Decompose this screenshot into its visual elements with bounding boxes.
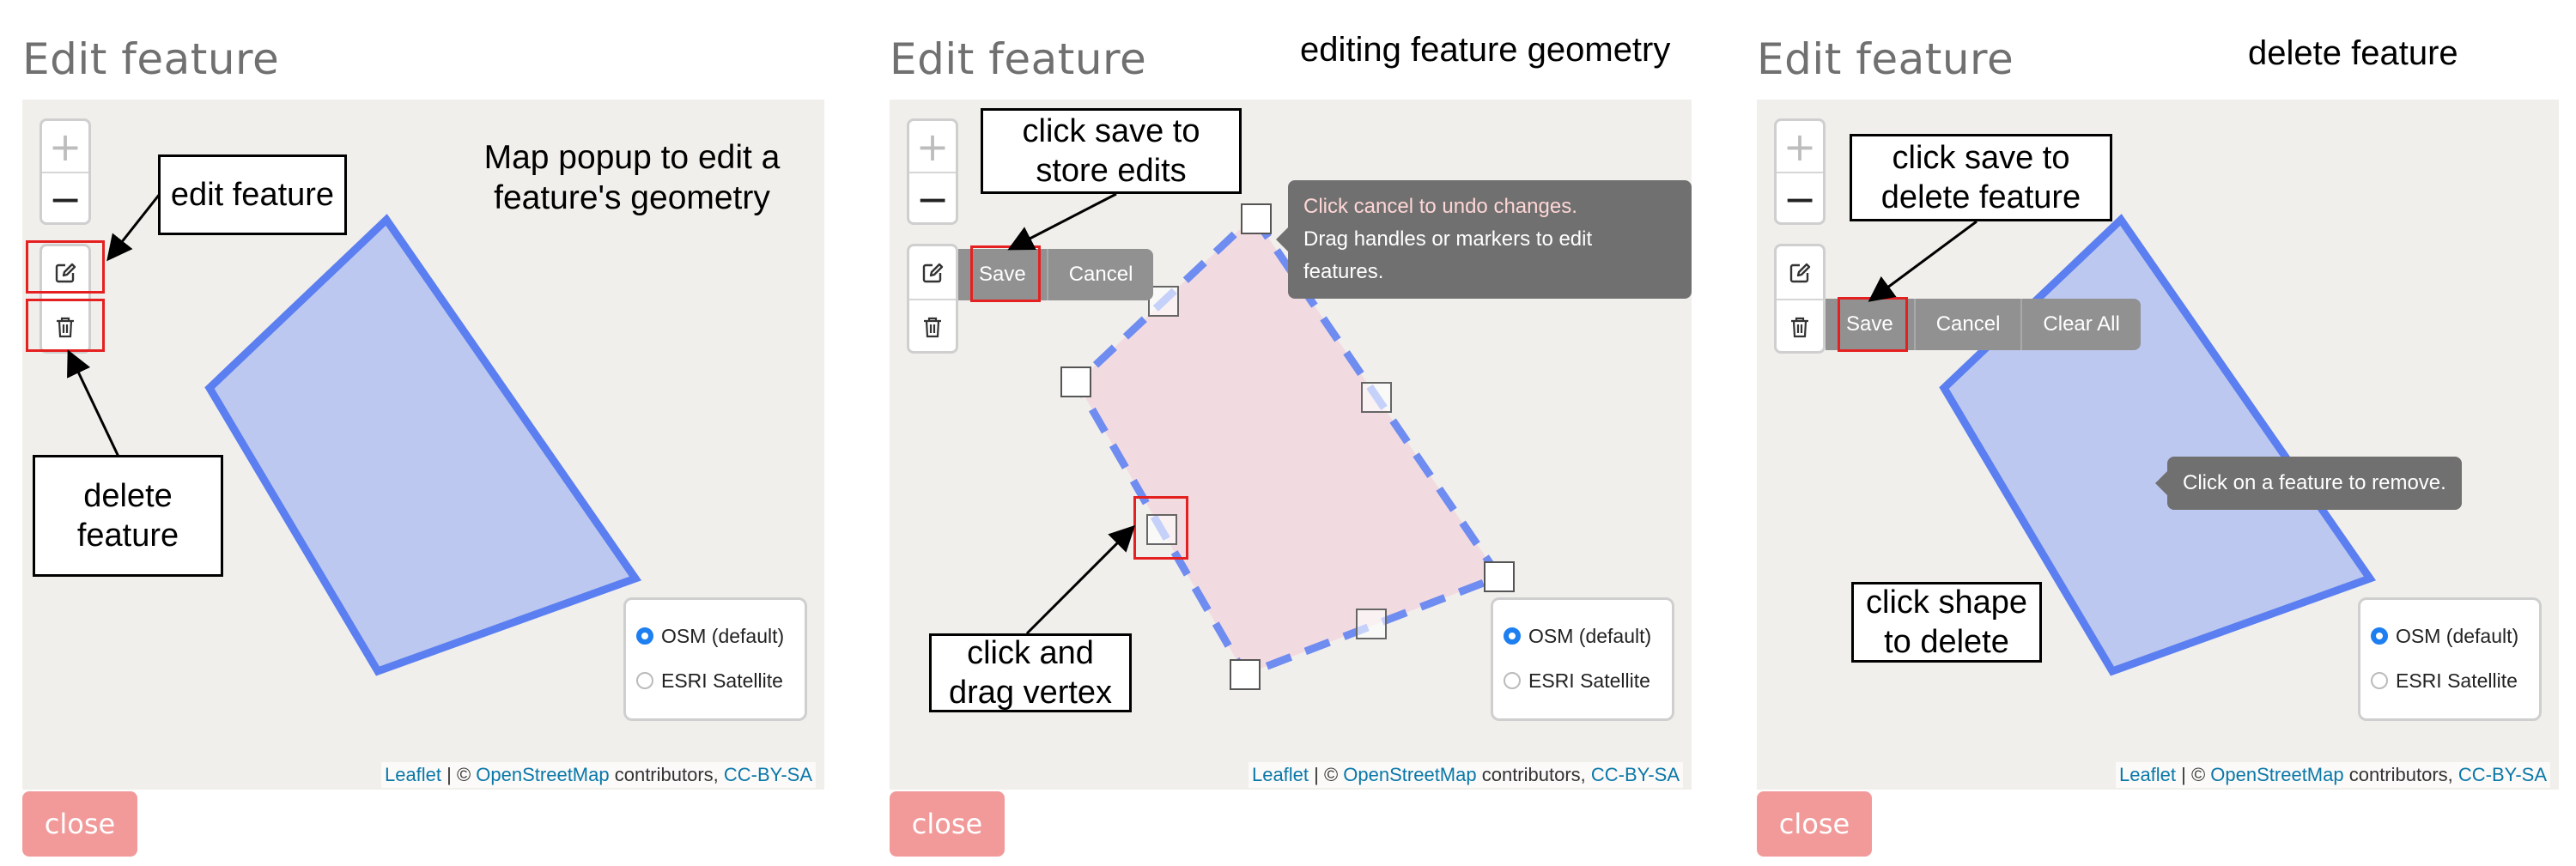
callout-save-delete: click save to delete feature	[1850, 134, 2112, 221]
radio-selected[interactable]	[636, 627, 653, 645]
panel-delete: Edit feature delete feature + − Save Can…	[1735, 0, 2576, 866]
attribution-separator: | ©	[441, 764, 477, 785]
cancel-button[interactable]: Cancel	[1048, 249, 1154, 300]
zoom-control: + −	[39, 118, 91, 225]
leaflet-link[interactable]: Leaflet	[1252, 764, 1309, 785]
panel-heading: delete feature	[2248, 34, 2458, 72]
license-link[interactable]: CC-BY-SA	[2458, 764, 2547, 785]
zoom-out-button[interactable]: −	[1777, 172, 1823, 224]
attribution-contributors: contributors,	[2343, 764, 2458, 785]
vertex-handle[interactable]	[1060, 366, 1091, 397]
panel-description: Map popup to edit a feature's geometry	[483, 139, 781, 216]
edit-layers-button[interactable]	[909, 246, 956, 299]
highlight-delete-button	[26, 299, 105, 352]
feature-polygon[interactable]	[204, 214, 642, 676]
zoom-in-button[interactable]: +	[42, 121, 88, 172]
radio-unselected[interactable]	[2371, 672, 2388, 689]
delete-layers-button[interactable]	[1777, 299, 1823, 353]
map-attribution: Leaflet | © OpenStreetMap contributors, …	[2115, 762, 2550, 788]
map-attribution: Leaflet | © OpenStreetMap contributors, …	[380, 762, 816, 788]
license-link[interactable]: CC-BY-SA	[724, 764, 812, 785]
license-link[interactable]: CC-BY-SA	[1591, 764, 1680, 785]
tooltip-text: Drag handles or markers to edit features…	[1303, 227, 1593, 283]
layer-label: ESRI Satellite	[1528, 669, 1650, 692]
delete-layers-button[interactable]	[909, 299, 956, 353]
midpoint-handle[interactable]	[1356, 609, 1387, 639]
zoom-control: + −	[907, 118, 958, 225]
popup-title: Edit feature	[1757, 34, 2014, 84]
close-button[interactable]: close	[1757, 791, 1872, 857]
radio-unselected[interactable]	[636, 672, 653, 689]
zoom-out-button[interactable]: −	[909, 172, 956, 224]
zoom-in-button[interactable]: +	[1777, 121, 1823, 172]
attribution-separator: | ©	[1309, 764, 1344, 785]
zoom-control: + −	[1774, 118, 1826, 225]
edit-tooltip: Click cancel to undo changes. Drag handl…	[1276, 180, 1692, 299]
osm-link[interactable]: OpenStreetMap	[476, 764, 609, 785]
map-attribution: Leaflet | © OpenStreetMap contributors, …	[1248, 762, 1683, 788]
layer-option-osm[interactable]: OSM (default)	[636, 614, 796, 658]
edit-icon	[922, 263, 944, 282]
callout-drag-vertex: click and drag vertex	[929, 633, 1132, 712]
edit-layers-button[interactable]	[1777, 246, 1823, 299]
midpoint-handle[interactable]	[1361, 382, 1392, 413]
attribution-contributors: contributors,	[1476, 764, 1591, 785]
draw-toolbar	[907, 244, 958, 354]
radio-unselected[interactable]	[1504, 672, 1521, 689]
tooltip-subtext: Click cancel to undo changes.	[1303, 195, 1577, 218]
callout-save-edits: click save to store edits	[981, 108, 1242, 194]
layer-switcher: OSM (default) ESRI Satellite	[1491, 597, 1674, 721]
layer-label: ESRI Satellite	[661, 669, 783, 692]
attribution-contributors: contributors,	[609, 764, 724, 785]
delete-tooltip: Click on a feature to remove.	[2155, 457, 2462, 510]
osm-link[interactable]: OpenStreetMap	[1343, 764, 1476, 785]
layer-option-esri[interactable]: ESRI Satellite	[636, 658, 796, 703]
attribution-separator: | ©	[2176, 764, 2211, 785]
vertex-handle[interactable]	[1484, 561, 1515, 592]
highlight-edit-button	[26, 240, 105, 294]
layer-option-esri[interactable]: ESRI Satellite	[2371, 658, 2530, 703]
close-button[interactable]: close	[890, 791, 1005, 857]
cancel-button[interactable]: Cancel	[1915, 299, 2023, 350]
draw-toolbar	[1774, 244, 1826, 354]
trash-icon	[924, 317, 941, 337]
callout-edit-feature: edit feature	[158, 154, 347, 235]
highlight-save-button	[1838, 297, 1908, 352]
layer-label: OSM (default)	[661, 624, 785, 647]
layer-option-osm[interactable]: OSM (default)	[1504, 614, 1663, 658]
popup-title: Edit feature	[890, 34, 1147, 84]
tooltip-text: Click on a feature to remove.	[2183, 471, 2446, 494]
zoom-in-button[interactable]: +	[909, 121, 956, 172]
zoom-out-button[interactable]: −	[42, 172, 88, 224]
callout-click-shape: click shape to delete	[1851, 582, 2042, 663]
layer-label: OSM (default)	[2396, 624, 2519, 647]
layer-switcher: OSM (default) ESRI Satellite	[623, 597, 807, 721]
osm-link[interactable]: OpenStreetMap	[2210, 764, 2343, 785]
leaflet-link[interactable]: Leaflet	[385, 764, 441, 785]
radio-selected[interactable]	[2371, 627, 2388, 645]
layer-option-esri[interactable]: ESRI Satellite	[1504, 658, 1663, 703]
layer-option-osm[interactable]: OSM (default)	[2371, 614, 2530, 658]
layer-label: OSM (default)	[1528, 624, 1652, 647]
highlight-save-button	[970, 245, 1041, 302]
vertex-handle[interactable]	[1230, 659, 1261, 690]
clear-all-button[interactable]: Clear All	[2022, 299, 2141, 350]
radio-selected[interactable]	[1504, 627, 1521, 645]
edit-icon	[1789, 263, 1811, 282]
trash-icon	[1791, 317, 1808, 337]
panel-view: Edit feature + − OSM (default) ESRI Sate…	[0, 0, 867, 866]
leaflet-link[interactable]: Leaflet	[2119, 764, 2176, 785]
layer-switcher: OSM (default) ESRI Satellite	[2358, 597, 2542, 721]
close-button[interactable]: close	[22, 791, 137, 857]
panel-heading: editing feature geometry	[1300, 31, 1671, 69]
panel-edit: Edit feature editing feature geometry + …	[867, 0, 1735, 866]
vertex-handle[interactable]	[1241, 203, 1272, 234]
popup-title: Edit feature	[22, 34, 280, 84]
highlight-vertex	[1133, 496, 1188, 560]
layer-label: ESRI Satellite	[2396, 669, 2518, 692]
callout-delete-feature: delete feature	[33, 455, 223, 577]
